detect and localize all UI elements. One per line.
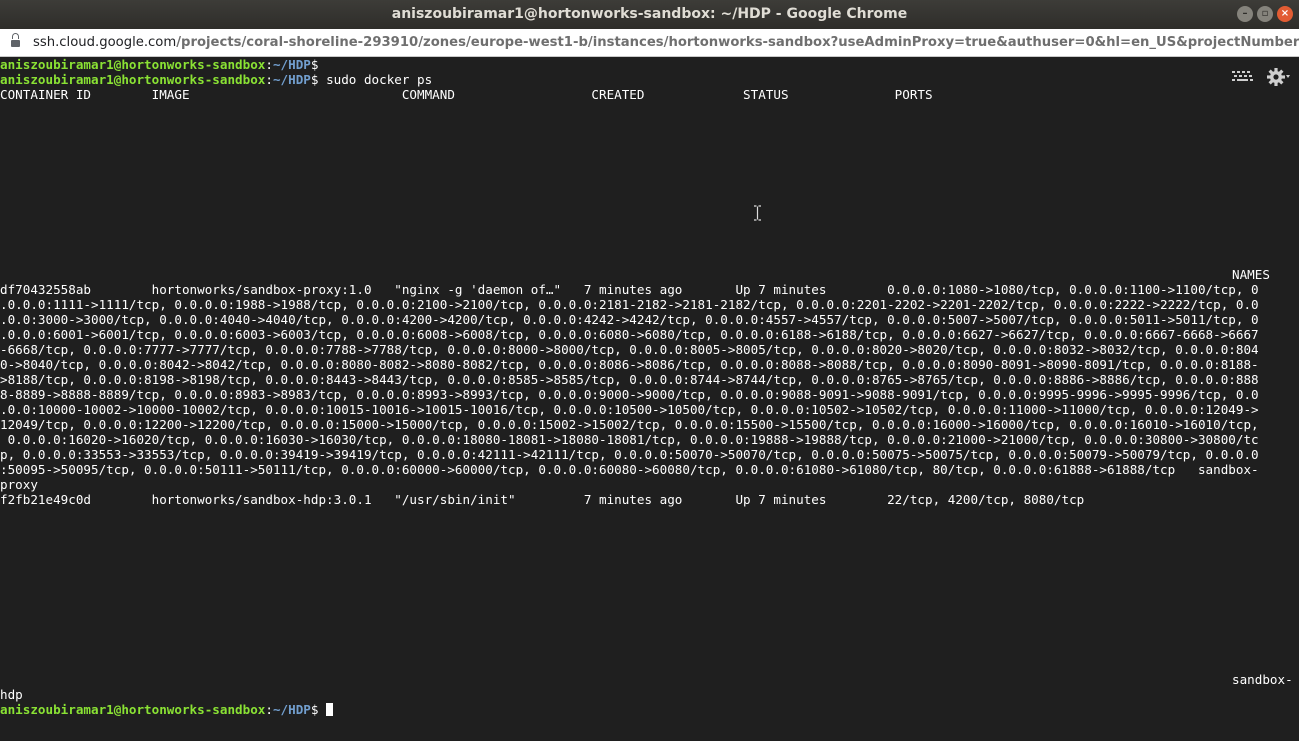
output-line: :50095->50095/tcp, 0.0.0.0:50111->50111/… [0,462,1259,477]
url-text[interactable]: ssh.cloud.google.com/projects/coral-shor… [33,29,1299,56]
prompt-line: aniszoubiramar1@hortonworks-sandbox:~/HD… [0,57,326,72]
output-line: .0.0:3000->3000/tcp, 0.0.0.0:4040->4040/… [0,312,1259,327]
output-line: df70432558ab hortonworks/sandbox-proxy:1… [0,282,1259,297]
prompt-path: ~/HDP [272,72,311,87]
prompt-line: aniszoubiramar1@hortonworks-sandbox:~/HD… [0,702,334,717]
close-icon: × [1280,8,1290,19]
prompt-symbol: $ [310,57,327,72]
close-button[interactable]: × [1277,6,1293,22]
prompt-user: aniszoubiramar1@hortonworks-sandbox [0,72,266,87]
output-line: -6668/tcp, 0.0.0.0:7777->7777/tcp, 0.0.0… [0,342,1259,357]
window-controls: – ▫ × [1237,6,1293,22]
prompt-separator: : [265,57,273,72]
address-bar[interactable]: ssh.cloud.google.com/projects/coral-shor… [0,29,1299,57]
window-titlebar: aniszoubiramar1@hortonworks-sandbox: ~/H… [0,0,1299,29]
minimize-icon: – [1242,8,1248,19]
prompt-user: aniszoubiramar1@hortonworks-sandbox [0,702,266,717]
output-line: 8-8889->8888-8889/tcp, 0.0.0.0:8983->898… [0,387,1259,402]
output-line: 0.0.0.0:16020->16020/tcp, 0.0.0.0:16030-… [0,432,1259,447]
output-line: .0.0:10000-10002->10000-10002/tcp, 0.0.0… [0,402,1259,417]
prompt-symbol: $ [310,72,327,87]
output-line: hdp [0,687,23,702]
output-line: proxy [0,477,38,492]
output-line: sandbox- [1232,672,1293,687]
names-header: NAMES [1232,267,1270,282]
output-line: f2fb21e49c0d hortonworks/sandbox-hdp:3.0… [0,492,1085,507]
table-header: CONTAINER ID IMAGE COMMAND CREATED STATU… [0,87,933,102]
terminal-toolbar [1231,67,1291,87]
prompt-separator: : [265,702,273,717]
prompt-path: ~/HDP [272,702,311,717]
text-cursor-icon [754,205,761,221]
gear-icon[interactable] [1267,67,1291,87]
command-line: aniszoubiramar1@hortonworks-sandbox:~/HD… [0,72,432,87]
output-line: 12049/tcp, 0.0.0.0:12200->12200/tcp, 0.0… [0,417,1259,432]
url-path: /projects/coral-shoreline-293910/zones/e… [176,35,1299,50]
prompt-symbol: $ [310,702,327,717]
terminal-cursor [326,703,334,716]
output-line: .0.0.0:6001->6001/tcp, 0.0.0.0:6003->600… [0,327,1259,342]
lock-icon [11,33,20,48]
keyboard-icon[interactable] [1231,70,1253,84]
prompt-user: aniszoubiramar1@hortonworks-sandbox [0,57,266,72]
output-line: .0.0.0:1111->1111/tcp, 0.0.0.0:1988->198… [0,297,1259,312]
url-host: ssh.cloud.google.com [33,35,177,50]
output-line: >8188/tcp, 0.0.0.0:8198->8198/tcp, 0.0.0… [0,372,1259,387]
minimize-button[interactable]: – [1237,6,1253,22]
maximize-icon: ▫ [1261,8,1269,19]
output-line: 0->8040/tcp, 0.0.0.0:8042->8042/tcp, 0.0… [0,357,1259,372]
command-text: sudo docker ps [326,72,433,87]
window-title: aniszoubiramar1@hortonworks-sandbox: ~/H… [391,6,908,22]
maximize-button[interactable]: ▫ [1257,6,1273,22]
terminal-screen[interactable]: aniszoubiramar1@hortonworks-sandbox:~/HD… [0,57,1299,741]
output-line: p, 0.0.0.0:33553->33553/tcp, 0.0.0.0:394… [0,447,1259,462]
prompt-path: ~/HDP [272,57,311,72]
prompt-separator: : [265,72,273,87]
